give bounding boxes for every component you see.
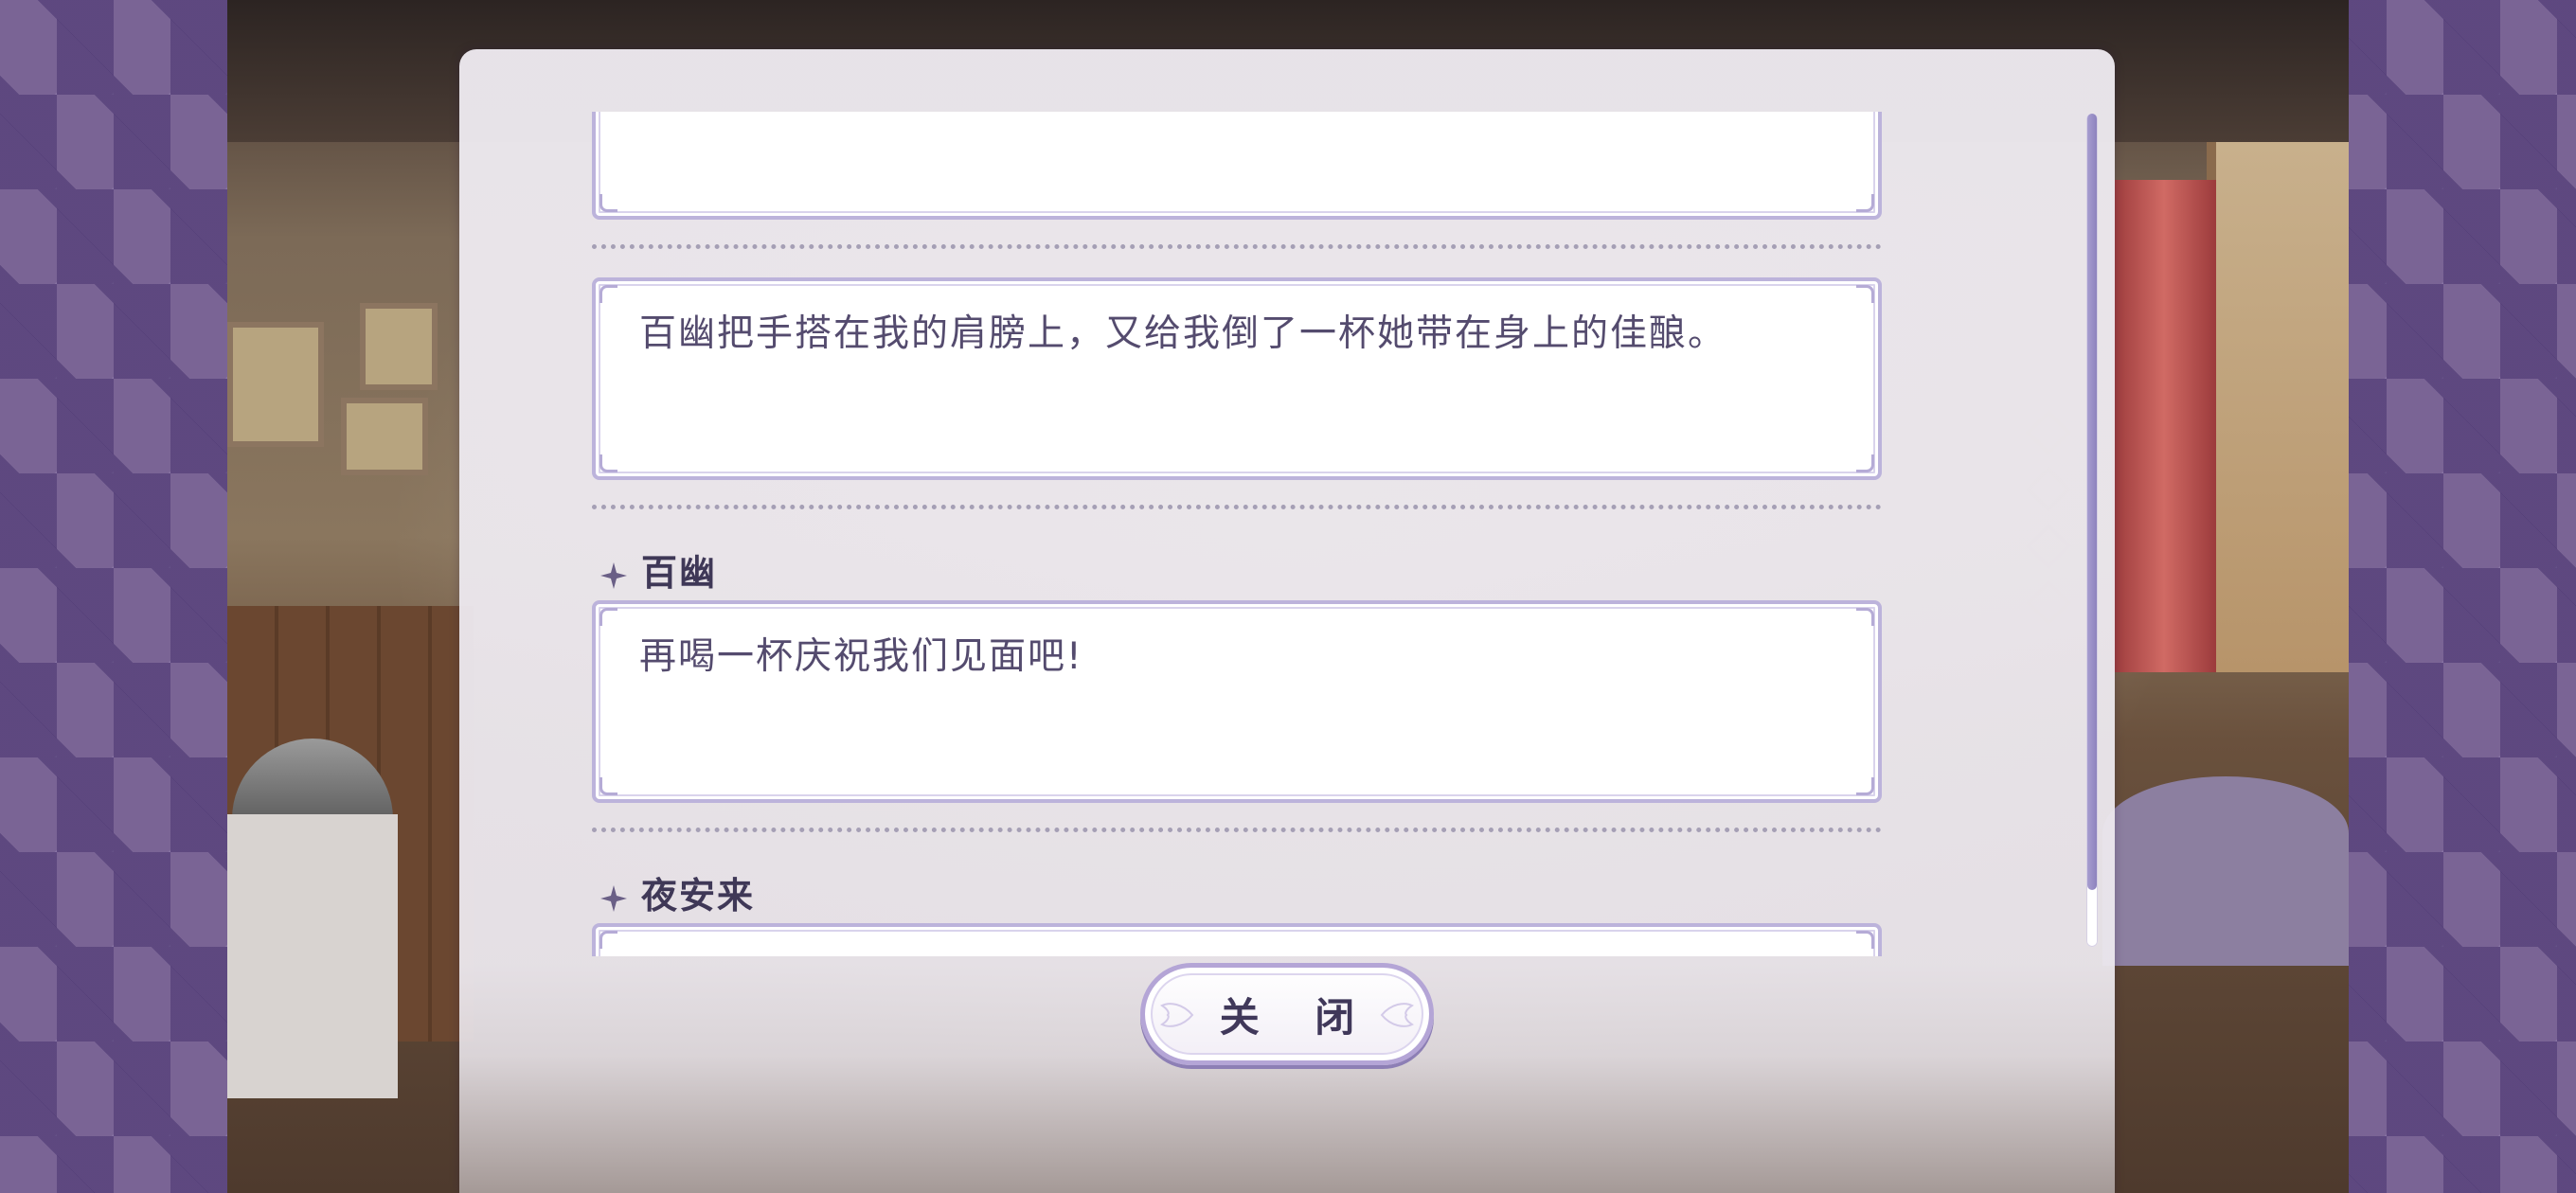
speaker-name: 夜安来 xyxy=(641,874,756,917)
wing-ornament-icon xyxy=(1160,1003,1194,1027)
game-screen: 百幽把手搭在我的肩膀上，又给我倒了一杯她带在身上的佳酿。 百幽 再喝一杯庆祝我们… xyxy=(0,0,2576,1193)
scene-picture-frame xyxy=(360,303,438,390)
dialogue-log-list[interactable]: 百幽把手搭在我的肩膀上，又给我倒了一杯她带在身上的佳酿。 百幽 再喝一杯庆祝我们… xyxy=(459,112,2115,956)
bubble-corner-ornament xyxy=(1856,931,1874,949)
scene-dining-table xyxy=(2102,776,2349,966)
close-button[interactable]: 关 闭 xyxy=(1140,963,1434,1065)
bubble-corner-ornament xyxy=(1856,777,1874,795)
four-point-star-icon xyxy=(600,885,627,912)
dotted-divider xyxy=(592,244,1882,249)
dialogue-text: 百幽把手搭在我的肩膀上，又给我倒了一杯她带在身上的佳酿。 xyxy=(639,312,1727,355)
four-point-star-icon xyxy=(600,562,627,589)
bubble-corner-ornament xyxy=(1856,608,1874,626)
scene-tablecloth xyxy=(227,814,398,1098)
log-scrollbar-thumb[interactable] xyxy=(2087,114,2097,890)
wing-ornament-icon xyxy=(1380,1003,1414,1027)
scene-picture-frame xyxy=(227,322,324,447)
dotted-divider xyxy=(592,505,1882,509)
speaker-header: 百幽 xyxy=(592,538,1882,600)
bubble-corner-ornament xyxy=(599,285,617,303)
log-scrollbar[interactable] xyxy=(2086,114,2098,947)
log-entry xyxy=(592,112,1882,249)
speaker-header: 夜安来 xyxy=(592,861,1882,923)
dialogue-text: 再喝一杯庆祝我们见面吧! xyxy=(639,635,1083,678)
close-button-label: 关 闭 xyxy=(1219,993,1376,1041)
dialogue-bubble xyxy=(592,923,1882,956)
dialogue-log-content: 百幽把手搭在我的肩膀上，又给我倒了一杯她带在身上的佳酿。 百幽 再喝一杯庆祝我们… xyxy=(592,112,1882,956)
bubble-corner-ornament xyxy=(599,931,617,949)
dotted-divider xyxy=(592,828,1882,832)
bubble-corner-ornament xyxy=(599,454,617,472)
bubble-corner-ornament xyxy=(1856,454,1874,472)
bubble-corner-ornament xyxy=(599,608,617,626)
scene-curtain xyxy=(2112,180,2216,672)
dialogue-log-panel: 百幽把手搭在我的肩膀上，又给我倒了一杯她带在身上的佳酿。 百幽 再喝一杯庆祝我们… xyxy=(459,49,2115,1193)
dialogue-bubble: 百幽把手搭在我的肩膀上，又给我倒了一杯她带在身上的佳酿。 xyxy=(592,277,1882,480)
bubble-corner-ornament xyxy=(599,777,617,795)
bubble-corner-ornament xyxy=(1856,194,1874,212)
bubble-corner-ornament xyxy=(1856,285,1874,303)
log-entry: 百幽 再喝一杯庆祝我们见面吧! xyxy=(592,538,1882,832)
scene-picture-frame xyxy=(341,398,428,475)
log-entry: 夜安来 xyxy=(592,861,1882,956)
dialogue-bubble: 再喝一杯庆祝我们见面吧! xyxy=(592,600,1882,803)
log-entry: 百幽把手搭在我的肩膀上，又给我倒了一杯她带在身上的佳酿。 xyxy=(592,277,1882,509)
speaker-name: 百幽 xyxy=(641,551,718,594)
bubble-corner-ornament xyxy=(599,194,617,212)
scene-window xyxy=(2207,142,2349,672)
dialogue-bubble xyxy=(592,112,1882,220)
